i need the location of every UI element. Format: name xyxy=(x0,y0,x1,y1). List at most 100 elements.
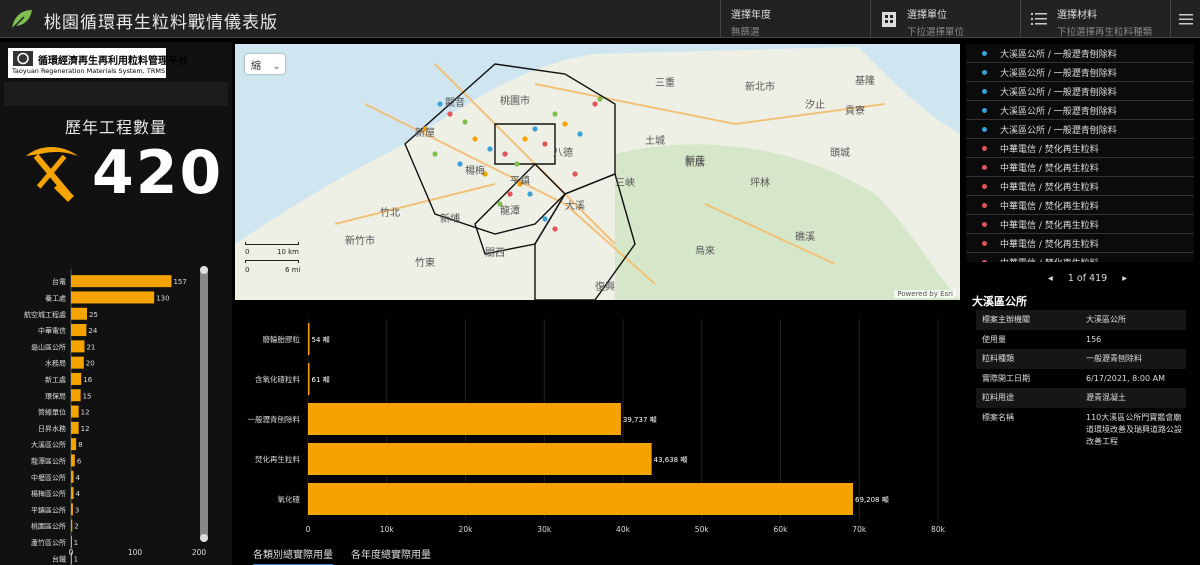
project-point xyxy=(457,161,463,167)
menu-button[interactable] xyxy=(1170,0,1200,38)
record-list[interactable]: 大溪區公所 / 一般瀝青刨除料 大溪區公所 / 一般瀝青刨除料 大溪區公所 / 一般… xyxy=(966,44,1194,262)
prev-page-icon[interactable]: ◂ xyxy=(1048,273,1053,284)
right-panel: 大溪區公所 / 一般瀝青刨除料 大溪區公所 / 一般瀝青刨除料 大溪區公所 / 一般… xyxy=(962,44,1200,565)
bar xyxy=(71,421,79,434)
status-dot-icon xyxy=(982,165,987,170)
scale-zero-km: 0 xyxy=(245,248,250,256)
project-point xyxy=(597,96,603,102)
list-item[interactable]: 中華電信 / 焚化再生粒料 xyxy=(966,139,1194,158)
bar xyxy=(71,470,74,483)
list-item[interactable]: 中華電信 / 焚化再生粒料 xyxy=(966,234,1194,253)
category-label: 日昇水務 xyxy=(38,424,66,433)
place-label: 土城 xyxy=(645,134,665,147)
bar xyxy=(71,454,75,467)
leaf-logo-icon xyxy=(12,10,32,29)
bar-value-label: 24 xyxy=(88,327,97,335)
bar xyxy=(308,403,621,435)
bar-value-label: 8 xyxy=(78,441,82,449)
bar-value-label: 130 xyxy=(156,294,169,302)
bar-value-label: 16 xyxy=(83,376,92,384)
project-point xyxy=(462,119,468,125)
map-view[interactable]: 觀音 新屋 桃園市 楊梅 平鎮 八德 龍潭 大溪 三峽 新莊 土城 新店 新北市 三重 汐止 坪林 頭城 礁溪 烏來… xyxy=(235,44,960,300)
place-label: 竹北 xyxy=(380,206,400,219)
material-bar-chart: 0 10k 20k 30k 40k 50k 60k 70k 80k 廢輪胎膠粒 54 噸含氧化碴粒料… xyxy=(235,305,960,543)
detail-title: 大溪區公所 xyxy=(972,295,1027,308)
bar xyxy=(71,503,73,516)
agency-bar-chart: 台電 157養工處 130航空城工程處 25中華電信 24龜山區公所 21水務局 20新工處… xyxy=(24,266,208,565)
project-count-value: 420 xyxy=(92,138,224,208)
category-label: 楊梅區公所 xyxy=(31,489,66,498)
place-label: 新竹市 xyxy=(345,234,375,247)
place-label: 頭城 xyxy=(830,147,850,159)
project-count-title: 歷年工程數量 xyxy=(64,118,167,137)
list-item[interactable]: 中華電信 / 焚化再生粒料 xyxy=(966,215,1194,234)
detail-key: 實際開工日期 xyxy=(982,373,1030,383)
platform-logo: 循環經濟再生再利用粒料管理平台 Taoyuan Regeneration Mat… xyxy=(8,48,188,78)
place-label: 三峽 xyxy=(615,176,635,189)
scale-zero-mi: 0 xyxy=(245,266,250,274)
list-item[interactable]: 中華電信 / 焚化再生粒料 xyxy=(966,158,1194,177)
x-tick-label: 40k xyxy=(616,525,631,534)
list-item[interactable]: 中華電信 / 焚化再生粒料 xyxy=(966,253,1194,262)
detail-row: 標案主辦機關 大溪區公所 xyxy=(976,310,1186,330)
project-point xyxy=(432,151,438,157)
category-label: 台鐵 xyxy=(52,554,66,563)
platform-name: 循環經濟再生再利用粒料管理平台 xyxy=(38,56,188,67)
bar-value-label: 4 xyxy=(76,490,81,498)
list-item[interactable]: 大溪區公所 / 一般瀝青刨除料 xyxy=(966,101,1194,120)
detail-row: 粒料用途 瀝青混凝土 xyxy=(976,388,1186,408)
bar-value-label: 4 xyxy=(76,474,81,482)
detail-key: 粒料種類 xyxy=(982,354,1014,363)
detail-value: 156 xyxy=(1086,334,1102,344)
bar xyxy=(71,324,87,337)
bar-value-label: 6 xyxy=(77,457,82,465)
hamburger-icon xyxy=(1179,14,1193,25)
category-label: 龜山區公所 xyxy=(31,342,66,351)
list-item[interactable]: 大溪區公所 / 一般瀝青刨除料 xyxy=(966,44,1194,63)
place-label: 龍潭 xyxy=(500,204,520,217)
zoom-control[interactable]: 縮 ⌄ xyxy=(245,54,285,74)
list-item[interactable]: 大溪區公所 / 一般瀝青刨除料 xyxy=(966,63,1194,82)
place-label: 烏來 xyxy=(695,244,715,257)
bar xyxy=(71,535,72,548)
place-label: 新店 xyxy=(685,156,705,169)
page-title: 桃園循環再生粒料戰情儀表版 xyxy=(44,13,278,33)
project-point xyxy=(447,111,453,117)
list-item[interactable]: 中華電信 / 焚化再生粒料 xyxy=(966,196,1194,215)
category-label: 新工處 xyxy=(45,375,66,384)
list-item[interactable]: 大溪區公所 / 一般瀝青刨除料 xyxy=(966,82,1194,101)
place-label: 桃園市 xyxy=(500,94,530,107)
next-page-icon[interactable]: ▸ xyxy=(1122,273,1127,284)
list-item-label: 大溪區公所 / 一般瀝青刨除料 xyxy=(1000,50,1117,60)
list-item-label: 大溪區公所 / 一般瀝青刨除料 xyxy=(1000,88,1117,98)
map-canvas[interactable]: 觀音新屋桃園市楊梅平鎮八德龍潭 大溪三峽新莊土城新店新北市三重汐止坪林頭城礁溪烏來… xyxy=(235,44,960,300)
building-icon xyxy=(882,12,896,27)
place-label: 大溪 xyxy=(565,199,585,212)
category-label: 中華電信 xyxy=(38,326,66,335)
zoom-label: 縮 xyxy=(251,61,261,72)
scale-mi: 6 mi xyxy=(285,266,301,274)
bar-value-label: 54 噸 xyxy=(312,335,330,344)
category-label: 環保局 xyxy=(45,391,66,400)
map-attribution[interactable]: Powered by Esri xyxy=(894,290,956,298)
category-label: 蘆竹區公所 xyxy=(31,538,66,547)
list-item-label: 中華電信 / 焚化再生粒料 xyxy=(1000,202,1099,212)
list-item-label: 大溪區公所 / 一般瀝青刨除料 xyxy=(1000,107,1117,117)
tab-category-usage[interactable]: 各類別總實際用量 xyxy=(253,546,333,565)
project-point xyxy=(507,191,513,197)
x-tick-label: 100 xyxy=(128,548,143,557)
bar xyxy=(308,363,310,395)
project-point xyxy=(542,141,548,147)
left-panel: 循環經濟再生再利用粒料管理平台 Taoyuan Regeneration Mat… xyxy=(0,42,232,565)
year-selector[interactable]: 選擇年度 無篩選 xyxy=(720,0,870,38)
category-label: 大溪區公所 xyxy=(31,440,66,449)
list-item[interactable]: 大溪區公所 / 一般瀝青刨除料 xyxy=(966,120,1194,139)
pickaxe-shovel-icon xyxy=(26,147,78,202)
list-item[interactable]: 中華電信 / 焚化再生粒料 xyxy=(966,177,1194,196)
chevron-down-icon: ⌄ xyxy=(272,61,281,72)
project-point xyxy=(527,191,533,197)
scrollbar-handle-bottom xyxy=(200,534,208,542)
x-tick-label: 80k xyxy=(931,525,946,534)
tab-year-usage[interactable]: 各年度總實際用量 xyxy=(351,546,431,564)
detail-row: 標案名稱 110大溪區公所門寶鑑會廟道環境改善及瑞興道路公設改善工程 xyxy=(976,408,1186,452)
